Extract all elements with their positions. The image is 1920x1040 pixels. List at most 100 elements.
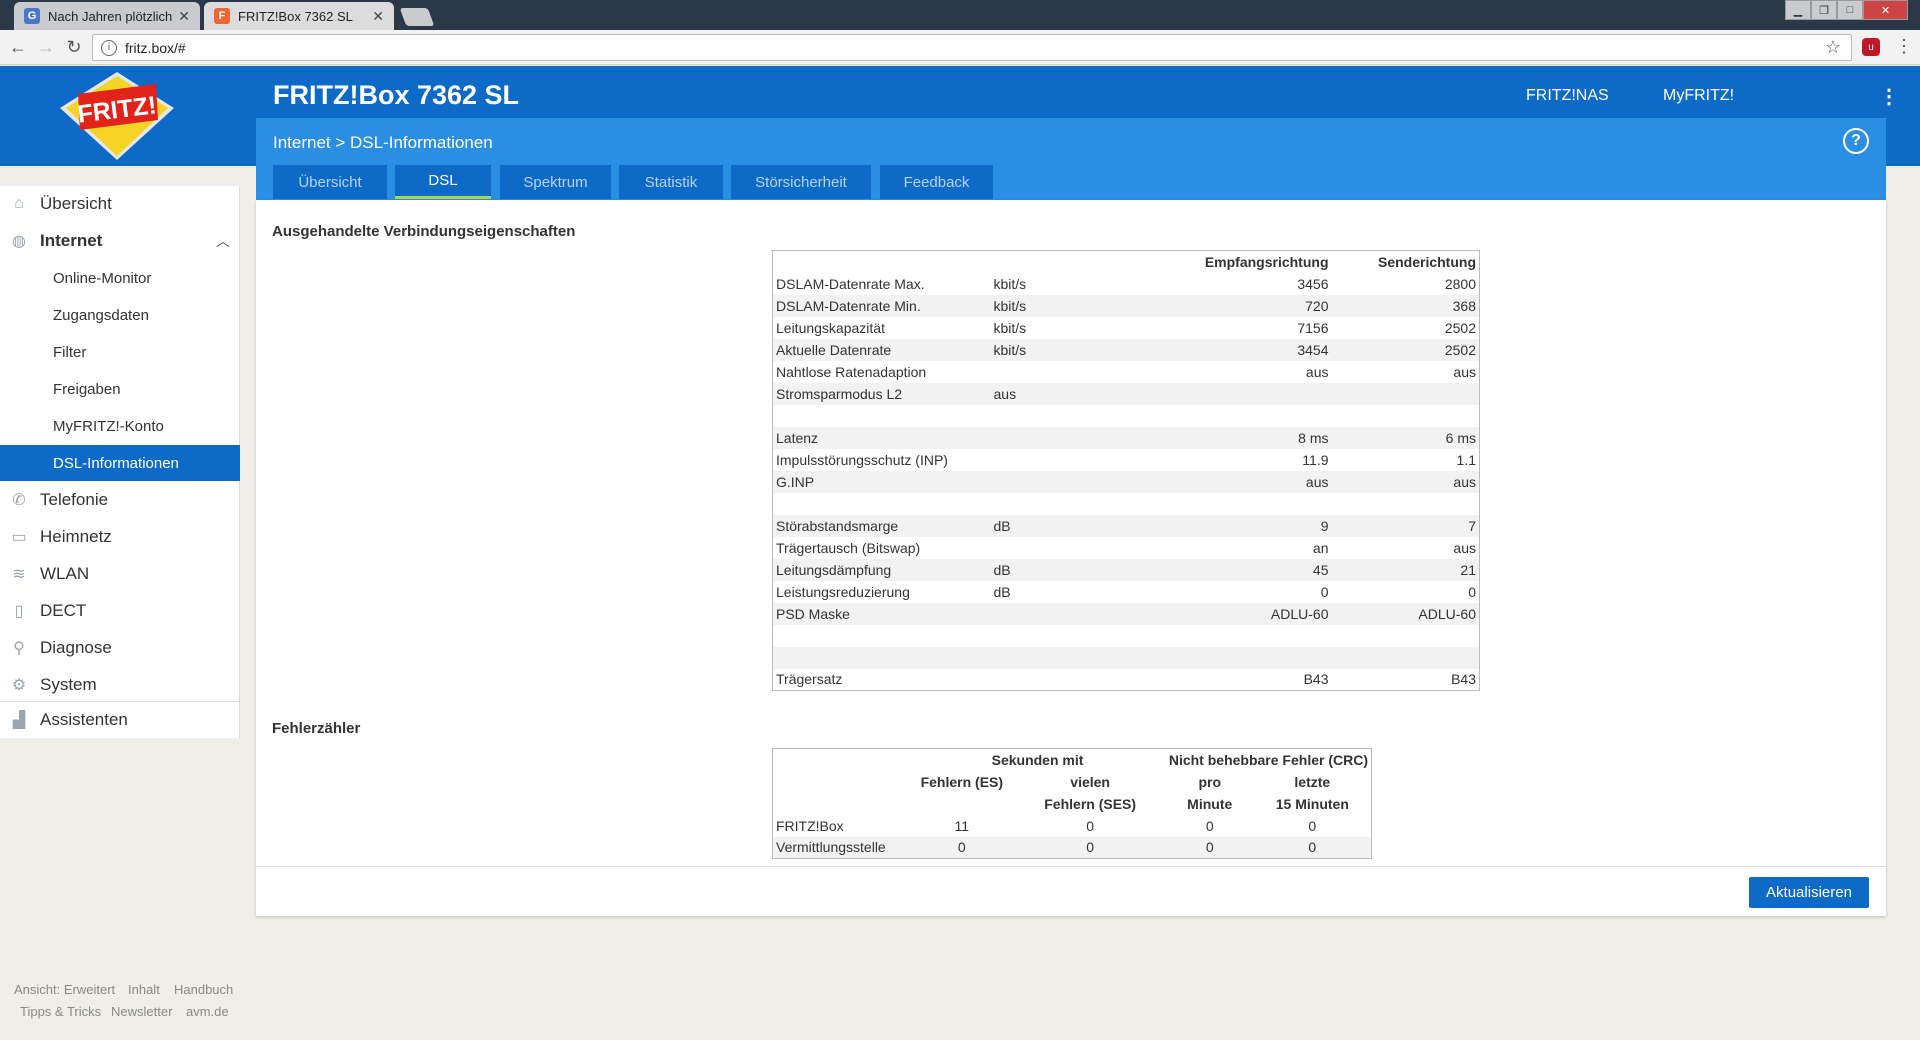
close-window-icon[interactable]: ✕ bbox=[1863, 0, 1908, 20]
sidebar-item-myfritz-konto[interactable]: MyFRITZ!-Konto bbox=[0, 408, 240, 444]
close-icon[interactable]: ✕ bbox=[178, 8, 190, 25]
table-row bbox=[772, 646, 1480, 669]
table-row: Störabstandsmarge dB 9 7 bbox=[772, 514, 1480, 537]
footer-link-inhalt[interactable]: Inhalt bbox=[128, 982, 160, 997]
footer-link-ansicht[interactable]: Ansicht: Erweitert bbox=[14, 982, 115, 997]
new-tab-button[interactable] bbox=[399, 8, 435, 26]
sidebar-item-filter[interactable]: Filter bbox=[0, 334, 240, 370]
table-cell bbox=[1098, 646, 1332, 669]
table-row: PSD Maske ADLU-60 ADLU-60 bbox=[772, 602, 1480, 625]
table-cell: 2800 bbox=[1444, 275, 1476, 292]
table-row: Leistungsreduzierung dB 0 0 bbox=[773, 581, 1480, 603]
table-row bbox=[773, 625, 1480, 647]
table-cell: aus bbox=[1331, 470, 1480, 493]
chevron-up-icon[interactable]: ︿ bbox=[216, 231, 230, 251]
tab-uebersicht[interactable]: Übersicht bbox=[273, 165, 387, 199]
sidebar-item-label: DECT bbox=[40, 601, 87, 620]
more-menu-icon[interactable]: ⋮ bbox=[1879, 84, 1899, 109]
help-icon[interactable]: ? bbox=[1843, 128, 1869, 154]
sidebar-item-telefonie[interactable]: ✆ Telefonie bbox=[0, 482, 240, 518]
reload-icon[interactable]: ↻ bbox=[60, 37, 88, 58]
breadcrumb[interactable]: Internet > DSL-Informationen bbox=[273, 133, 493, 153]
sidebar-item-dect[interactable]: ▯ DECT bbox=[0, 593, 240, 629]
table-cell: 7156 bbox=[1297, 319, 1329, 336]
table-cell: Leitungsdämpfung bbox=[772, 558, 991, 581]
table-cell bbox=[991, 449, 1099, 471]
footer-link-newsletter[interactable]: Newsletter bbox=[111, 1004, 172, 1019]
footer-link-tipps[interactable]: Tipps & Tricks bbox=[20, 1004, 101, 1019]
sidebar-item-label: Übersicht bbox=[40, 194, 112, 213]
myfritz-link[interactable]: MyFRITZ! bbox=[1663, 87, 1734, 105]
sidebar-item-dsl-informationen[interactable]: DSL-Informationen bbox=[0, 445, 240, 481]
table-cell bbox=[991, 361, 1099, 383]
table-cell bbox=[1331, 646, 1480, 669]
browser-tab-title: FRITZ!Box 7362 SL bbox=[238, 8, 353, 24]
tab-feedback[interactable]: Feedback bbox=[880, 165, 993, 199]
column-header: vielen bbox=[1070, 773, 1110, 790]
refresh-button[interactable]: Aktualisieren bbox=[1749, 877, 1869, 908]
footer-link-handbuch[interactable]: Handbuch bbox=[174, 982, 233, 997]
network-icon: ▭ bbox=[11, 529, 27, 546]
sidebar-item-internet[interactable]: ◍ Internet ︿ bbox=[0, 223, 240, 259]
diagnose-icon: ⚲ bbox=[13, 640, 25, 657]
tab-spektrum[interactable]: Spektrum bbox=[500, 165, 611, 199]
browser-menu-icon[interactable]: ⋮ bbox=[1895, 36, 1913, 57]
column-header: Minute bbox=[1187, 795, 1233, 812]
browser-tab-2[interactable]: F FRITZ!Box 7362 SL ✕ bbox=[204, 2, 394, 30]
sidebar-item-diagnose[interactable]: ⚲ Diagnose bbox=[0, 630, 240, 666]
table-cell: 0 bbox=[909, 836, 1015, 859]
restore-icon[interactable]: ❐ bbox=[1811, 0, 1837, 20]
table-header-row: Fehlern (SES) Minute 15 Minuten bbox=[773, 793, 1372, 815]
sidebar-item-wlan[interactable]: ≋ WLAN bbox=[0, 556, 240, 592]
table-cell bbox=[991, 625, 1099, 647]
tab-stoersicherheit[interactable]: Störsicherheit bbox=[731, 165, 871, 199]
fritznas-link[interactable]: FRITZ!NAS bbox=[1526, 87, 1609, 105]
table-cell: dB bbox=[990, 514, 1099, 537]
table-cell: 720 bbox=[1098, 294, 1332, 317]
sidebar-item-freigaben[interactable]: Freigaben bbox=[0, 371, 240, 407]
tab-statistik[interactable]: Statistik bbox=[619, 165, 723, 199]
table-cell: 0 bbox=[1086, 817, 1095, 834]
table-cell: 7 bbox=[1331, 514, 1480, 537]
minimize-icon[interactable]: ▁ bbox=[1785, 0, 1811, 20]
sidebar-item-system[interactable]: ⚙ System bbox=[0, 667, 240, 703]
table-cell: 6 ms bbox=[1331, 426, 1480, 449]
table-cell: 3456 bbox=[1297, 275, 1329, 292]
table-cell bbox=[991, 669, 1099, 691]
table-cell: 11.9 bbox=[1302, 451, 1329, 468]
table-cell bbox=[772, 646, 991, 669]
table-cell: 45 bbox=[1098, 558, 1332, 581]
table-row: Latenz 8 ms 6 ms bbox=[772, 426, 1480, 449]
sidebar-item-zugangsdaten[interactable]: Zugangsdaten bbox=[0, 297, 240, 333]
tab-dsl[interactable]: DSL bbox=[395, 165, 491, 199]
sidebar-item-label: Telefonie bbox=[40, 490, 109, 509]
wizard-icon: ▟ bbox=[12, 712, 26, 729]
browser-tab-title: Nach Jahren plötzlich ge bbox=[48, 8, 173, 24]
footer-link-avm[interactable]: avm.de bbox=[186, 1004, 229, 1019]
table-cell: ADLU-60 bbox=[1098, 602, 1332, 625]
bookmark-star-icon[interactable]: ☆ bbox=[1825, 37, 1841, 58]
column-header: 15 Minuten bbox=[1275, 795, 1349, 812]
close-icon[interactable]: ✕ bbox=[372, 8, 384, 25]
back-icon[interactable]: ← bbox=[4, 37, 32, 58]
table-cell: 9 bbox=[1098, 514, 1332, 537]
maximize-icon[interactable]: □ bbox=[1837, 0, 1863, 20]
table-cell bbox=[991, 405, 1099, 427]
table-cell bbox=[990, 470, 1099, 493]
address-bar[interactable]: i fritz.box/# ☆ bbox=[92, 34, 1852, 61]
browser-toolbar: ← → ↻ i fritz.box/# ☆ u ⋮ bbox=[0, 30, 1920, 65]
sidebar-item-assistenten[interactable]: ▟ Assistenten bbox=[0, 702, 240, 738]
info-icon[interactable]: i bbox=[101, 39, 117, 56]
table-cell bbox=[1099, 405, 1332, 427]
table-cell bbox=[991, 493, 1099, 515]
sidebar-item-uebersicht[interactable]: ⌂ Übersicht bbox=[0, 186, 240, 222]
browser-tab-1[interactable]: G Nach Jahren plötzlich ge ✕ bbox=[14, 2, 200, 30]
ublock-extension-icon[interactable]: u bbox=[1862, 38, 1880, 56]
forward-icon[interactable]: → bbox=[32, 37, 60, 58]
fritz-logo[interactable]: FRITZ! bbox=[58, 70, 176, 162]
sidebar-item-heimnetz[interactable]: ▭ Heimnetz bbox=[0, 519, 240, 555]
table-cell bbox=[1099, 493, 1332, 515]
table-cell: Latenz bbox=[772, 426, 991, 449]
sidebar-item-label: Internet bbox=[40, 231, 103, 250]
sidebar-item-online-monitor[interactable]: Online-Monitor bbox=[0, 260, 240, 296]
